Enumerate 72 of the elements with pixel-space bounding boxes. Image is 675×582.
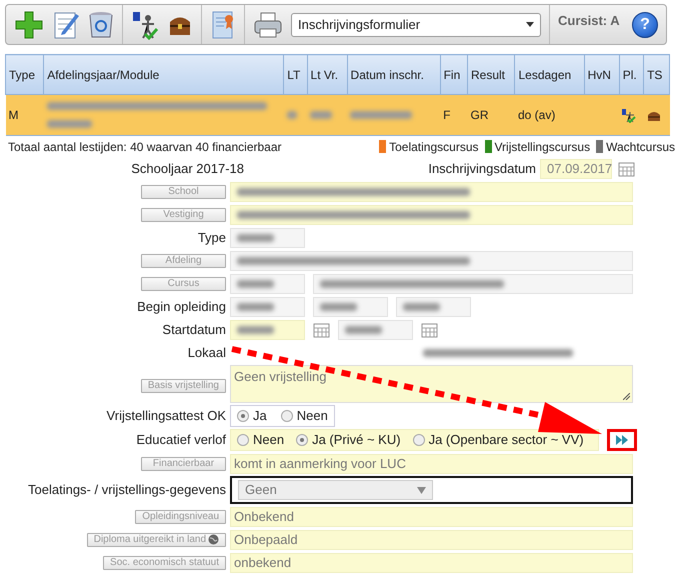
field-label: Inschrijvingsdatum bbox=[428, 160, 536, 178]
radio-option[interactable]: Ja (Privé ~ KU) bbox=[296, 430, 401, 450]
redacted-field[interactable] bbox=[230, 228, 305, 248]
redacted-text bbox=[46, 120, 92, 128]
cursist-label: Cursist: A bbox=[558, 12, 620, 30]
person-check-icon[interactable] bbox=[131, 10, 159, 40]
field-label: Type bbox=[198, 228, 226, 247]
redacted-field[interactable] bbox=[230, 296, 305, 316]
notepad-pencil-icon[interactable] bbox=[52, 10, 80, 40]
dropdown-caret-icon bbox=[417, 486, 426, 494]
legend-label: Toelatingscursus bbox=[389, 140, 478, 154]
calendar-icon[interactable] bbox=[618, 160, 635, 176]
text-field[interactable]: Onbepaald bbox=[230, 530, 633, 550]
radio-option[interactable]: Ja bbox=[237, 406, 267, 426]
double-arrow-icon bbox=[616, 435, 628, 445]
redacted-field[interactable] bbox=[338, 320, 413, 340]
legend-label: Vrijstellingscursus bbox=[494, 140, 590, 154]
redacted-field[interactable] bbox=[230, 250, 633, 270]
redacted-field[interactable] bbox=[230, 204, 633, 224]
schooljaar-text: Schooljaar 2017-18 bbox=[131, 160, 244, 178]
field-label: Educatief verlof bbox=[136, 431, 226, 450]
plus-icon[interactable] bbox=[14, 10, 44, 40]
legend-label: Wachtcursus bbox=[606, 140, 675, 154]
text-field[interactable]: Onbekend bbox=[230, 506, 633, 526]
field-label: Lokaal bbox=[188, 344, 226, 362]
column-header[interactable]: Pl. bbox=[619, 54, 644, 94]
field-label: Startdatum bbox=[162, 320, 226, 339]
summary-text: Totaal aantal lestijden: 40 waarvan 40 financierbaar bbox=[8, 139, 282, 156]
field-label: Begin opleiding bbox=[137, 298, 226, 316]
column-header[interactable]: Lt Vr. bbox=[307, 54, 348, 94]
column-header[interactable]: LT bbox=[284, 54, 308, 94]
calendar-icon[interactable] bbox=[421, 322, 438, 338]
field-label: Vrijstellingsattest OK bbox=[106, 407, 226, 426]
text-area[interactable]: Geen vrijstelling bbox=[230, 365, 633, 403]
certificate-icon[interactable] bbox=[210, 10, 236, 40]
redacted-text bbox=[286, 111, 297, 119]
next-button[interactable] bbox=[607, 429, 637, 451]
dropdown-select[interactable]: Geen bbox=[238, 480, 433, 500]
radio-option[interactable]: Ja (Openbare sector ~ VV) bbox=[412, 430, 584, 450]
redacted-text bbox=[350, 111, 412, 119]
printer-icon[interactable] bbox=[253, 10, 283, 38]
redacted-field[interactable] bbox=[396, 296, 471, 316]
resize-grip-icon bbox=[623, 393, 630, 400]
column-header[interactable]: TS bbox=[644, 54, 670, 94]
person-check-icon[interactable] bbox=[622, 108, 636, 123]
table-cell: M bbox=[6, 94, 44, 136]
redacted-field[interactable] bbox=[230, 320, 305, 340]
column-header[interactable]: Type bbox=[6, 54, 44, 94]
recycle-bin-icon[interactable] bbox=[88, 10, 114, 40]
column-header[interactable]: Result bbox=[467, 54, 515, 94]
chest-icon[interactable] bbox=[646, 110, 661, 122]
calendar-icon[interactable] bbox=[313, 322, 330, 338]
radio-option[interactable]: Neen bbox=[237, 430, 284, 450]
redacted-field[interactable] bbox=[313, 274, 633, 294]
text-field[interactable]: onbekend bbox=[230, 552, 633, 572]
text-field[interactable]: komt in aanmerking voor LUC bbox=[230, 454, 633, 474]
column-header[interactable]: Datum inschr. bbox=[347, 54, 440, 94]
redacted-field[interactable] bbox=[230, 274, 305, 294]
column-header[interactable]: Afdelingsjaar/Module bbox=[44, 54, 284, 94]
table-cell: do (av) bbox=[514, 94, 584, 136]
column-header[interactable]: HvN bbox=[584, 54, 620, 94]
radio-option[interactable]: Neen bbox=[280, 406, 328, 426]
column-header[interactable]: Lesdagen bbox=[514, 54, 584, 94]
table-cell: GR bbox=[467, 94, 515, 136]
redacted-field[interactable] bbox=[313, 296, 388, 316]
column-header[interactable]: Fin bbox=[440, 54, 468, 94]
report-select[interactable]: Inschrijvingsformulier bbox=[291, 12, 541, 36]
redacted-text bbox=[310, 111, 332, 119]
table-cell: F bbox=[440, 94, 468, 136]
dropdown-caret-icon bbox=[526, 22, 534, 27]
field-label: Toelatings- / vrijstellings-gegevens bbox=[28, 481, 226, 500]
redacted-field[interactable] bbox=[230, 182, 633, 202]
